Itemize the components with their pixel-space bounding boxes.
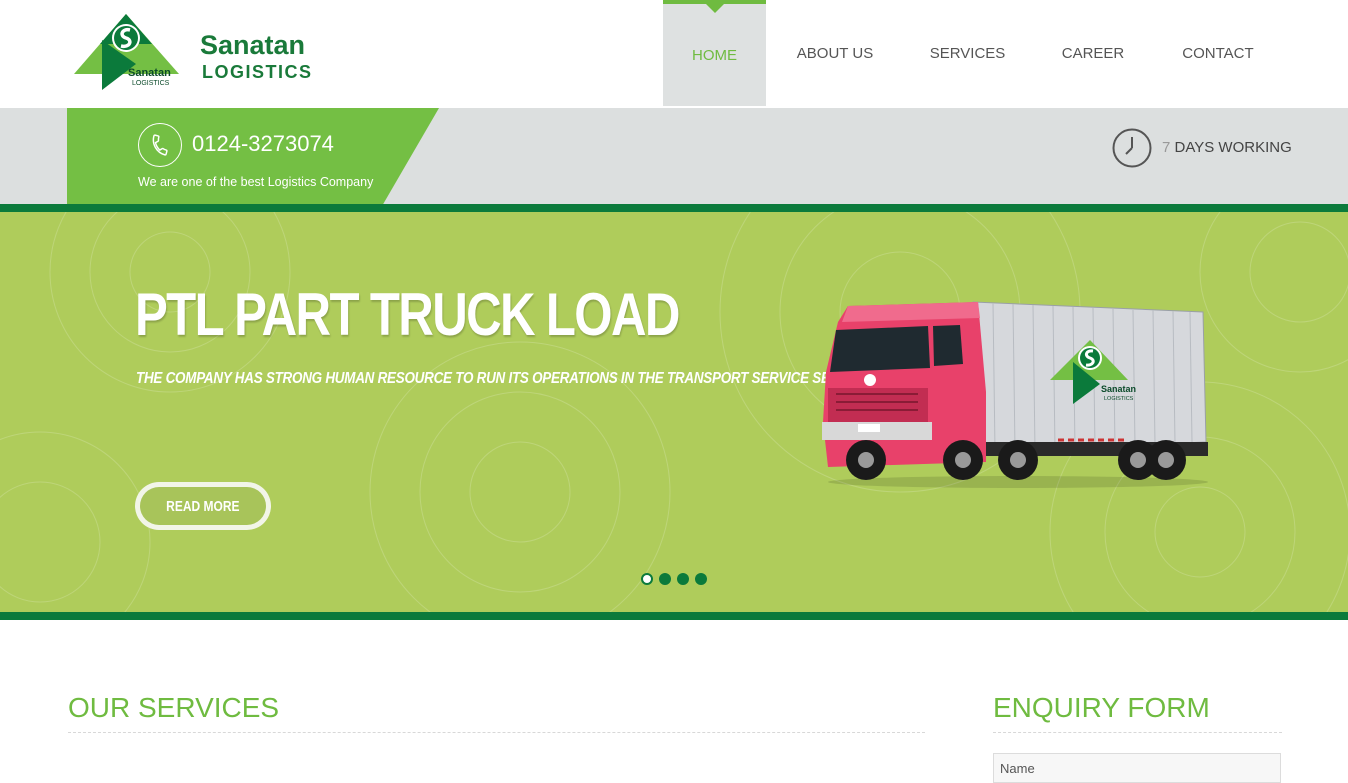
nav-about-us[interactable]: ABOUT US <box>766 0 904 106</box>
clock-icon <box>1112 128 1152 168</box>
nav-services[interactable]: SERVICES <box>904 0 1031 106</box>
name-field[interactable] <box>993 753 1281 783</box>
enquiry-divider <box>993 732 1282 733</box>
slider-pagination <box>641 573 707 585</box>
slider-dot-2[interactable] <box>659 573 671 585</box>
info-bar: 0124-3273074 We are one of the best Logi… <box>0 108 1348 204</box>
hero-title: PTL PART TRUCK LOAD <box>135 281 680 348</box>
logo-emblem-text: Sanatan <box>128 67 171 79</box>
slider-dot-3[interactable] <box>677 573 689 585</box>
brand-name[interactable]: Sanatan <box>200 30 305 61</box>
phone-icon[interactable] <box>138 123 182 167</box>
truck-logo-text: Sanatan <box>1101 384 1136 394</box>
enquiry-form-heading: ENQUIRY FORM <box>993 692 1210 723</box>
logo-emblem-icon: Sanatan LOGISTICS <box>74 14 179 90</box>
working-days-number: 7 <box>1162 139 1171 156</box>
our-services-heading: OUR SERVICES <box>68 692 280 723</box>
company-tagline: We are one of the best Logistics Company <box>138 175 374 189</box>
phone-panel: 0124-3273074 We are one of the best Logi… <box>67 108 439 204</box>
phone-number[interactable]: 0124-3273074 <box>192 131 334 157</box>
main-nav: HOME ABOUT US SERVICES CAREER CONTACT <box>663 0 1281 106</box>
truck-image: Sanatan LOGISTICS <box>822 301 1208 488</box>
logo-emblem-subtext: LOGISTICS <box>132 80 170 87</box>
working-days-label: DAYS WORKING <box>1174 139 1292 156</box>
truck-logo-subtext: LOGISTICS <box>1104 396 1134 402</box>
slider-dot-1[interactable] <box>641 573 653 585</box>
services-divider <box>68 732 925 733</box>
brand-subtitle[interactable]: LOGISTICS <box>202 62 313 83</box>
read-more-label: READ MORE <box>166 497 240 515</box>
site-header: Sanatan LOGISTICS Sanatan LOGISTICS HOME… <box>0 0 1348 108</box>
nav-home[interactable]: HOME <box>663 0 766 106</box>
slider-dot-4[interactable] <box>695 573 707 585</box>
working-days: 7 DAYS WORKING <box>1162 139 1292 156</box>
hero-subtitle: THE COMPANY HAS STRONG HUMAN RESOURCE TO… <box>136 370 871 387</box>
hero-slider: PTL PART TRUCK LOAD THE COMPANY HAS STRO… <box>0 204 1348 620</box>
nav-contact[interactable]: CONTACT <box>1155 0 1281 106</box>
nav-career[interactable]: CAREER <box>1031 0 1155 106</box>
read-more-button[interactable]: READ MORE <box>135 482 271 530</box>
